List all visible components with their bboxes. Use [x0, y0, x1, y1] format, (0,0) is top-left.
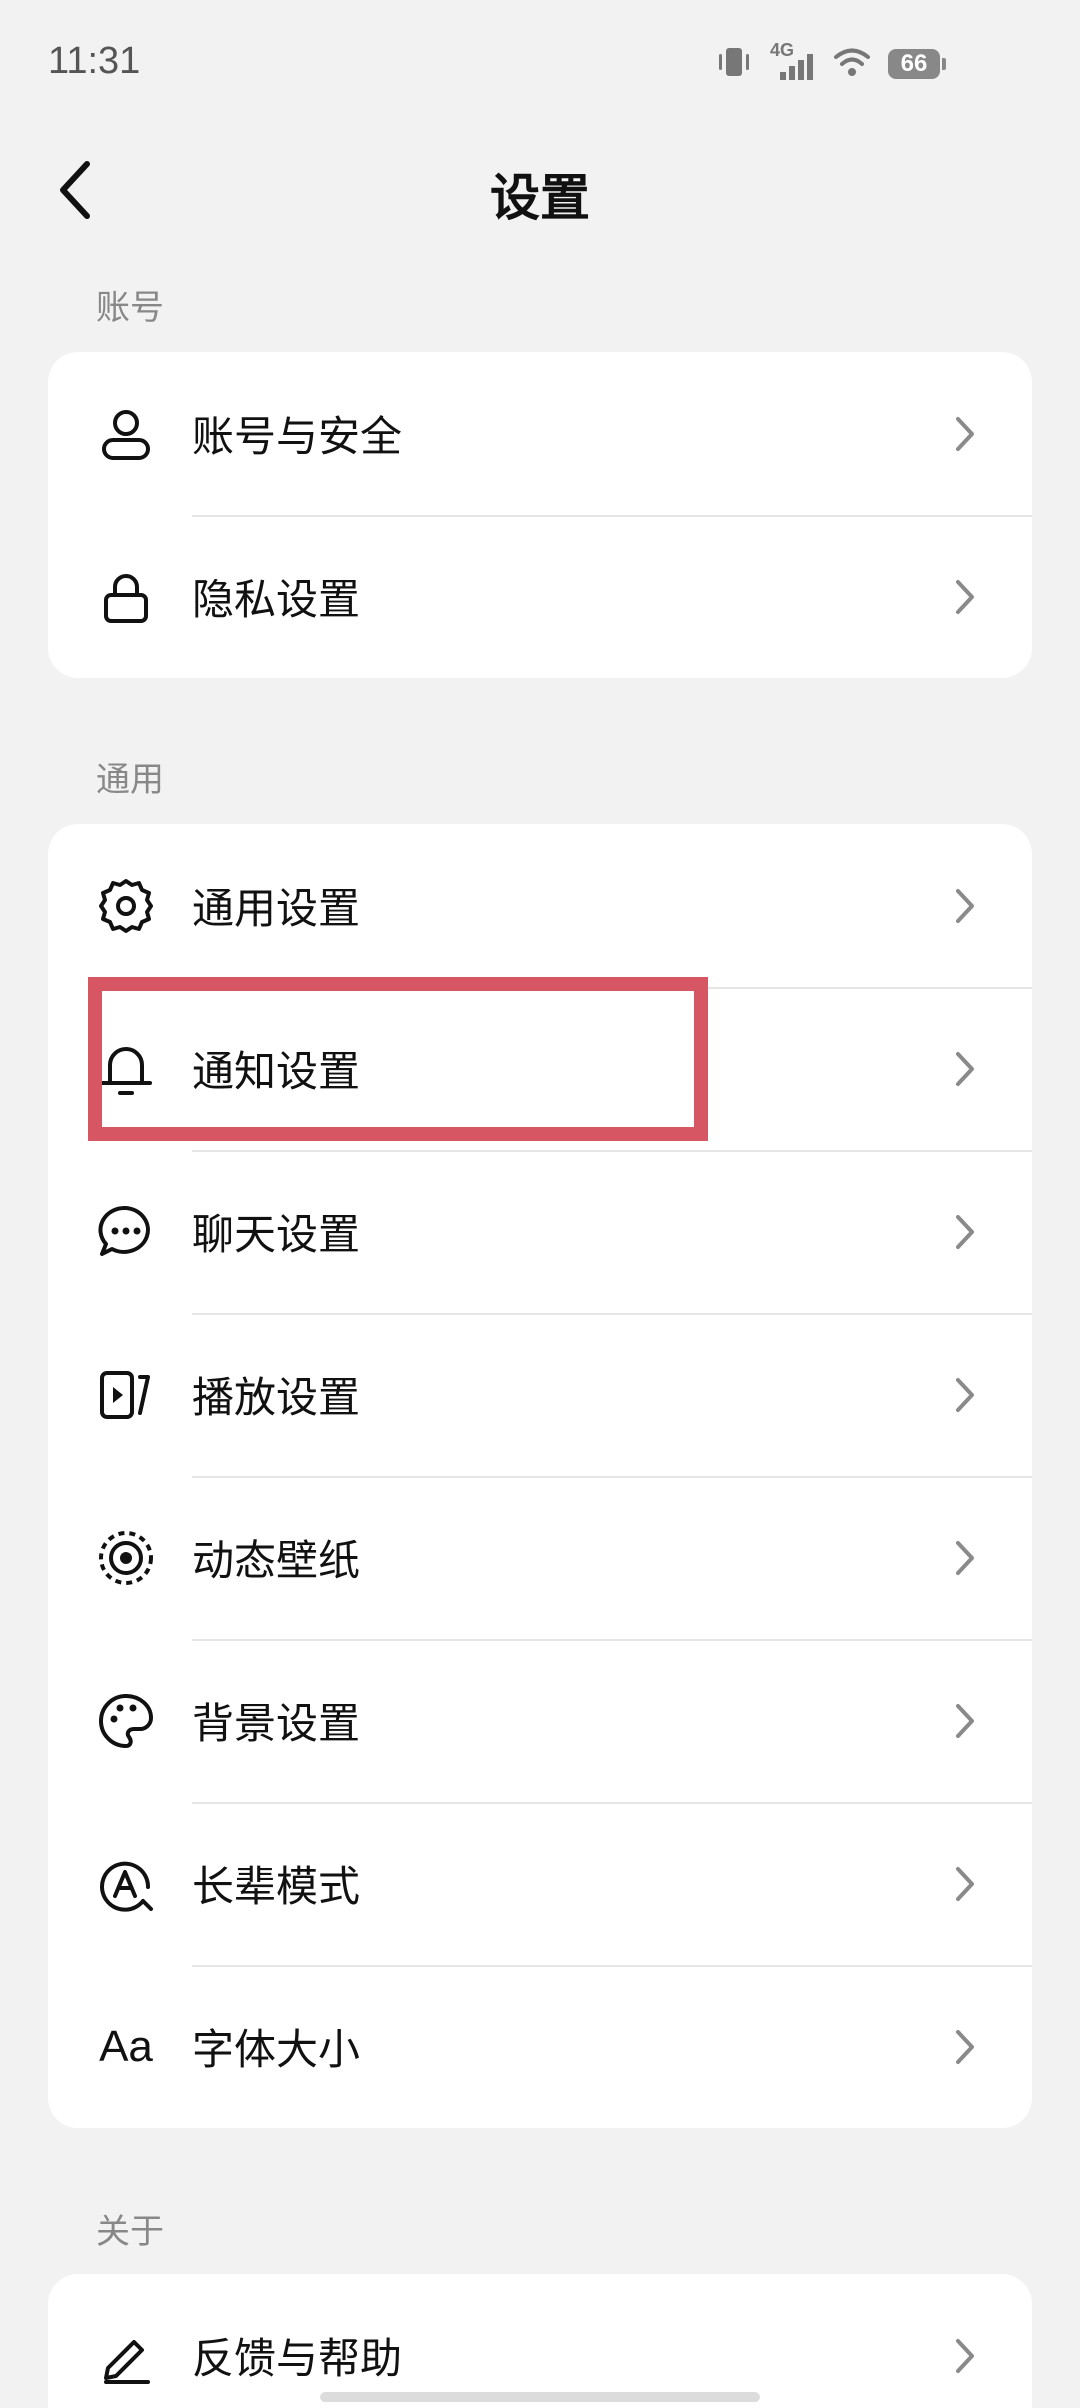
row-label: 账号与安全	[192, 412, 403, 461]
row-notification-settings[interactable]: 通知设置	[48, 987, 1032, 1150]
row-label: 字体大小	[192, 2025, 361, 2074]
row-label: 通知设置	[192, 1047, 361, 1096]
row-feedback-help[interactable]: 反馈与帮助	[48, 2274, 1032, 2408]
row-privacy-settings[interactable]: 隐私设置	[48, 515, 1032, 678]
row-label: 长辈模式	[192, 1862, 361, 1911]
lock-icon	[96, 567, 156, 627]
section-label-about: 关于	[96, 2212, 164, 2252]
row-live-wallpaper[interactable]: 动态壁纸	[48, 1476, 1032, 1639]
section-label-account: 账号	[96, 288, 164, 328]
bell-icon	[96, 1039, 156, 1099]
chevron-right-icon	[950, 1370, 980, 1420]
chat-bubble-icon	[96, 1202, 156, 1262]
chevron-right-icon	[950, 2331, 980, 2381]
font-size-glyph: Aa	[99, 2021, 153, 2071]
wifi-icon	[832, 42, 872, 86]
row-background-settings[interactable]: 背景设置	[48, 1639, 1032, 1802]
row-chat-settings[interactable]: 聊天设置	[48, 1150, 1032, 1313]
general-card: 通用设置 通知设置 聊天设置 播放设置 动态壁纸 背景设置 长辈模式 Aa 字体…	[48, 824, 1032, 2128]
about-card: 反馈与帮助	[48, 2274, 1032, 2408]
row-playback-settings[interactable]: 播放设置	[48, 1313, 1032, 1476]
row-label: 聊天设置	[192, 1210, 361, 1259]
chevron-right-icon	[950, 881, 980, 931]
row-label: 反馈与帮助	[192, 2334, 403, 2383]
row-label: 通用设置	[192, 884, 361, 933]
header: 设置	[0, 140, 1080, 240]
row-elder-mode[interactable]: 长辈模式	[48, 1802, 1032, 1965]
vibrate-icon	[714, 42, 754, 86]
status-bar: 11:31 4G 66	[0, 0, 1080, 120]
live-wallpaper-icon	[96, 1528, 156, 1588]
chevron-right-icon	[950, 2022, 980, 2072]
chevron-right-icon	[950, 409, 980, 459]
row-account-security[interactable]: 账号与安全	[48, 352, 1032, 515]
account-card: 账号与安全 隐私设置	[48, 352, 1032, 678]
row-general-settings[interactable]: 通用设置	[48, 824, 1032, 987]
home-indicator	[320, 2392, 760, 2402]
pencil-icon	[96, 2326, 156, 2386]
font-size-icon: Aa	[96, 2017, 156, 2077]
cellular-signal-icon: 4G	[770, 40, 816, 84]
elder-mode-icon	[96, 1854, 156, 1914]
chevron-right-icon	[950, 572, 980, 622]
row-font-size[interactable]: Aa 字体大小	[48, 1965, 1032, 2128]
page-title: 设置	[490, 169, 590, 227]
section-label-general: 通用	[96, 760, 164, 800]
row-label: 播放设置	[192, 1373, 361, 1422]
chevron-right-icon	[950, 1044, 980, 1094]
row-label: 动态壁纸	[192, 1536, 361, 1585]
battery-icon: 66	[888, 49, 946, 79]
settings-screen: 11:31 4G 66 设置 账号 账号与安全 隐私设置 通用 通用设置 通知设…	[0, 0, 1080, 2408]
person-icon	[96, 404, 156, 464]
chevron-right-icon	[950, 1696, 980, 1746]
palette-icon	[96, 1691, 156, 1751]
chevron-right-icon	[950, 1859, 980, 1909]
row-label: 隐私设置	[192, 575, 361, 624]
play-video-icon	[96, 1365, 156, 1425]
status-icons: 4G 66	[714, 40, 946, 86]
chevron-right-icon	[950, 1207, 980, 1257]
row-label: 背景设置	[192, 1699, 361, 1748]
status-time: 11:31	[48, 40, 141, 82]
chevron-right-icon	[950, 1533, 980, 1583]
gear-icon	[96, 876, 156, 936]
